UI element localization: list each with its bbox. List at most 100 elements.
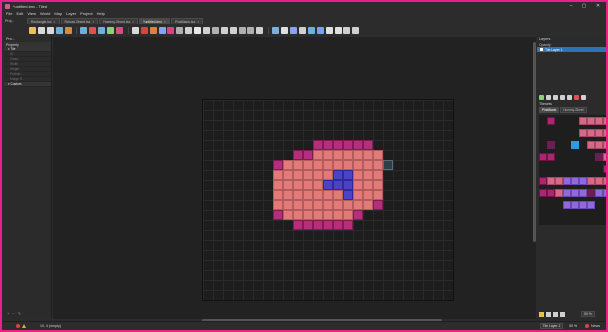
tileset-tab-hummy-sheet[interactable]: Hummy-Sheet — [560, 107, 587, 113]
map-canvas[interactable] — [53, 37, 536, 319]
toolbar-tool-icon[interactable] — [64, 27, 72, 34]
tileset-tile[interactable] — [571, 141, 579, 149]
toolbar-tool-icon[interactable] — [107, 27, 115, 34]
edit-property-icon[interactable]: ✎ — [18, 311, 21, 316]
tileset-tile[interactable] — [571, 201, 579, 209]
tileset-tile[interactable] — [579, 117, 587, 125]
toolbar-tool-icon[interactable] — [211, 27, 219, 34]
tileset-tile[interactable] — [579, 177, 587, 185]
tileset-tile[interactable] — [587, 129, 595, 137]
layer-options-icon[interactable] — [581, 94, 586, 100]
tab-close-icon[interactable]: × — [54, 20, 56, 24]
menu-file[interactable]: File — [6, 11, 12, 16]
property-group[interactable]: ▾ Custom — [4, 82, 51, 87]
tileset-tile[interactable] — [547, 141, 555, 149]
menu-edit[interactable]: Edit — [16, 11, 23, 16]
lower-layer-icon[interactable] — [560, 94, 565, 100]
tab-hummy-sheet[interactable]: Hummy-Sheet.tsx × — [99, 18, 139, 24]
tileset-tile[interactable] — [595, 141, 603, 149]
tileset-tile[interactable] — [603, 189, 606, 197]
tileset-tile[interactable] — [595, 117, 603, 125]
tab-untitled[interactable]: *untitled.tmx × — [139, 18, 170, 24]
toolbar-tool-icon[interactable] — [89, 27, 97, 34]
tileset-tile[interactable] — [579, 201, 587, 209]
duplicate-layer-icon[interactable] — [567, 94, 572, 100]
tab-close-icon[interactable]: × — [92, 20, 94, 24]
warning-icon[interactable] — [22, 324, 26, 328]
menu-layer[interactable]: Layer — [66, 11, 76, 16]
tileset-tile[interactable] — [571, 189, 579, 197]
tileset-tile[interactable] — [587, 141, 595, 149]
tileset-tile[interactable] — [579, 129, 587, 137]
toolbar-tool-icon[interactable] — [46, 27, 54, 34]
tileset-tile[interactable] — [539, 153, 547, 161]
tileset-zoom[interactable]: 50 % — [581, 311, 595, 317]
delete-layer-icon[interactable] — [574, 94, 579, 100]
tileset-tile[interactable] — [595, 177, 603, 185]
raise-layer-icon[interactable] — [553, 94, 558, 100]
toolbar-tool-icon[interactable] — [325, 27, 333, 34]
tileset-tile[interactable] — [587, 117, 595, 125]
tileset-tile[interactable] — [595, 189, 603, 197]
tab-close-icon[interactable]: × — [164, 20, 166, 24]
vertical-scrollbar[interactable] — [533, 42, 536, 242]
layer-visibility-checkbox[interactable] — [540, 48, 543, 51]
tileset-view[interactable] — [539, 115, 606, 225]
toolbar-tool-icon[interactable] — [220, 27, 228, 34]
error-icon[interactable] — [16, 324, 20, 328]
tileset-tile[interactable] — [547, 189, 555, 197]
tileset-tile[interactable] — [539, 177, 547, 185]
add-property-icon[interactable]: + — [7, 311, 9, 316]
tileset-properties-icon[interactable] — [546, 311, 551, 317]
tile-grid[interactable] — [203, 100, 453, 300]
toolbar-tool-icon[interactable] — [290, 27, 298, 34]
tab-retuxs-sheet[interactable]: Retuxs-Sheet.tsx × — [60, 18, 99, 24]
new-layer-icon[interactable] — [539, 94, 544, 100]
news-link[interactable]: News — [591, 324, 600, 328]
tileset-tile[interactable] — [603, 165, 606, 173]
tileset-tile[interactable] — [539, 189, 547, 197]
maximize-button[interactable]: ▢ — [580, 3, 588, 9]
toolbar-tool-icon[interactable] — [80, 27, 88, 34]
toolbar-tool-icon[interactable] — [343, 27, 351, 34]
tileset-tile[interactable] — [547, 117, 555, 125]
tileset-tile[interactable] — [563, 189, 571, 197]
toolbar-tool-icon[interactable] — [229, 27, 237, 34]
tileset-tile[interactable] — [547, 177, 555, 185]
toolbar-tool-icon[interactable] — [158, 27, 166, 34]
tileset-tile[interactable] — [603, 153, 606, 161]
menu-world[interactable]: World — [40, 11, 50, 16]
remove-property-icon[interactable]: − — [12, 311, 14, 316]
toolbar-tool-icon[interactable] — [98, 27, 106, 34]
menu-help[interactable]: Help — [97, 11, 105, 16]
tileset-tile[interactable] — [563, 201, 571, 209]
remove-tileset-icon[interactable] — [560, 311, 565, 317]
toolbar-tool-icon[interactable] — [149, 27, 157, 34]
minimize-button[interactable]: – — [567, 3, 575, 9]
toolbar-tool-icon[interactable] — [334, 27, 342, 34]
toolbar-tool-icon[interactable] — [116, 27, 124, 34]
layer-select[interactable]: Tile Layer 1 — [539, 323, 564, 329]
toolbar-tool-icon[interactable] — [281, 27, 289, 34]
tileset-tile[interactable] — [603, 141, 606, 149]
close-button[interactable]: ✕ — [594, 3, 602, 9]
layer-group-icon[interactable] — [546, 94, 551, 100]
toolbar-tool-icon[interactable] — [352, 27, 360, 34]
toolbar-tool-icon[interactable] — [307, 27, 315, 34]
tab-close-icon[interactable]: × — [197, 20, 199, 24]
tileset-tile[interactable] — [587, 189, 595, 197]
toolbar-tool-icon[interactable] — [272, 27, 280, 34]
tab-close-icon[interactable]: × — [132, 20, 134, 24]
toolbar-tool-icon[interactable] — [55, 27, 63, 34]
tileset-tile[interactable] — [595, 153, 603, 161]
tileset-tile[interactable] — [555, 177, 563, 185]
tab-rectangle[interactable]: Rectangle.tsx × — [27, 18, 60, 24]
tileset-tab-pinkblank[interactable]: PinkBlank — [539, 107, 560, 113]
toolbar-tool-icon[interactable] — [140, 27, 148, 34]
toolbar-tool-icon[interactable] — [238, 27, 246, 34]
toolbar-tool-icon[interactable] — [185, 27, 193, 34]
tileset-tile[interactable] — [595, 129, 603, 137]
tileset-tile[interactable] — [603, 129, 606, 137]
toolbar-tool-icon[interactable] — [29, 27, 36, 34]
tileset-tile[interactable] — [603, 117, 606, 125]
